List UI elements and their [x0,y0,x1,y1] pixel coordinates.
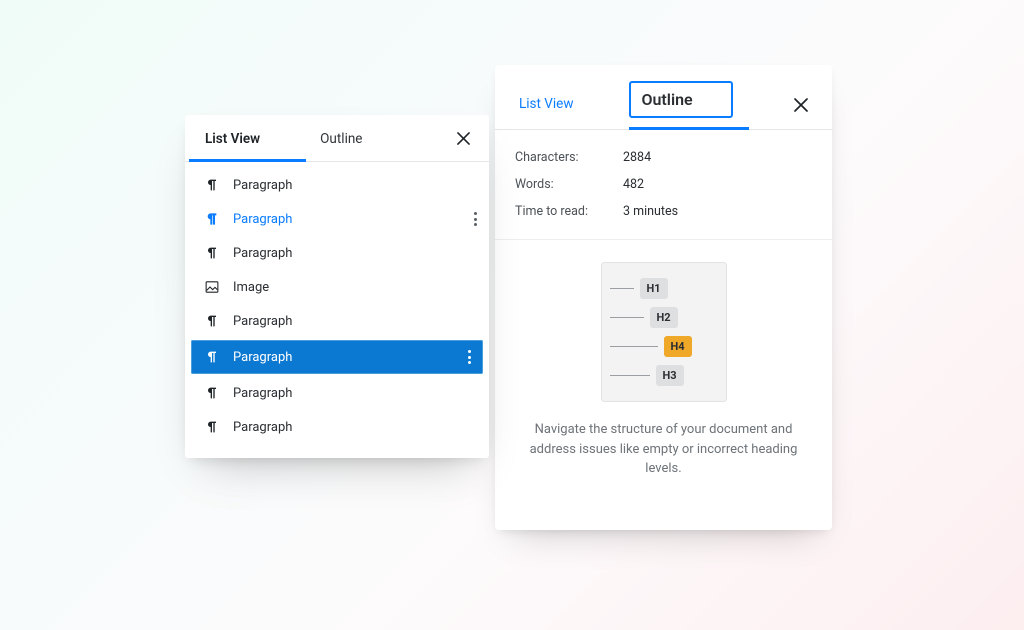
list-item[interactable]: Paragraph [185,168,489,202]
outline-help-text: Navigate the structure of your document … [495,402,832,479]
tab-outline[interactable]: Outline [629,81,732,118]
list-item-label: Paragraph [233,178,292,193]
more-options-icon[interactable] [468,350,471,363]
words-value: 482 [623,177,644,192]
list-view-tabs: List View Outline [185,115,489,162]
list-item[interactable]: Paragraph [185,202,489,236]
heading-tag-highlighted: H4 [664,336,692,357]
list-item-label: Paragraph [233,386,292,401]
list-item[interactable]: Paragraph [185,304,489,338]
list-item[interactable]: Paragraph [191,340,483,374]
characters-label: Characters: [515,150,601,165]
tab-list-view[interactable]: List View [515,86,577,124]
outline-panel-tabs: List View Outline [495,77,832,130]
heading-map: H1 H2 H4 H3 [601,262,727,402]
list-item-label: Paragraph [233,314,292,329]
heading-tag: H2 [650,307,678,328]
more-options-icon[interactable] [474,212,477,225]
list-item[interactable]: Paragraph [185,410,489,444]
list-item-label: Paragraph [233,420,292,435]
outline-panel: List View Outline Characters: 2884 Words… [495,65,832,530]
list-view-panel: List View Outline Paragraph Paragraph Pa… [185,115,489,458]
image-icon [203,278,221,296]
tab-list-view[interactable]: List View [189,115,276,161]
list-item-label: Paragraph [233,246,292,261]
list-item-label: Paragraph [233,212,292,227]
list-item[interactable]: Image [185,270,489,304]
words-label: Words: [515,177,601,192]
time-to-read-label: Time to read: [515,204,601,219]
heading-tag: H1 [640,278,668,299]
list-item-label: Image [233,280,269,295]
paragraph-icon [203,244,221,262]
paragraph-icon [203,312,221,330]
paragraph-icon [203,418,221,436]
block-list: Paragraph Paragraph Paragraph Image Para… [185,162,489,448]
close-icon[interactable] [445,120,481,156]
paragraph-icon [203,348,221,366]
tab-outline[interactable]: Outline [304,115,378,161]
list-item[interactable]: Paragraph [185,236,489,270]
list-item[interactable]: Paragraph [185,376,489,410]
paragraph-icon [203,384,221,402]
paragraph-icon [203,210,221,228]
list-item-label: Paragraph [233,350,292,365]
heading-tag: H3 [656,365,684,386]
time-to-read-value: 3 minutes [623,204,678,219]
document-stats: Characters: 2884 Words: 482 Time to read… [495,130,832,240]
close-icon[interactable] [784,88,818,122]
characters-value: 2884 [623,150,651,165]
paragraph-icon [203,176,221,194]
